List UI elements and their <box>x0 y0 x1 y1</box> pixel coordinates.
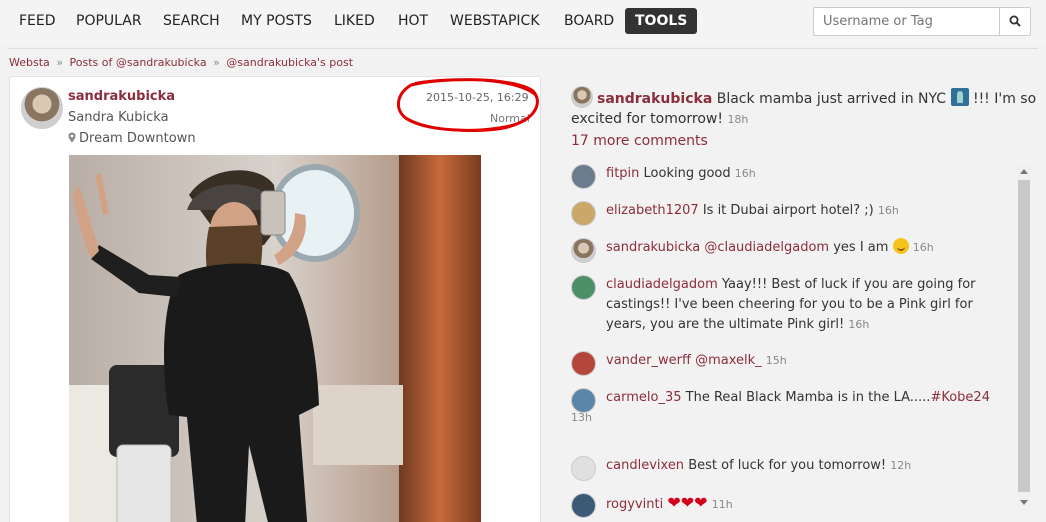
search-box <box>813 7 1031 36</box>
comments-list: fitpin Looking good 16h elizabeth1207 Is… <box>564 160 1032 522</box>
comment-username[interactable]: rogyvinti <box>606 497 663 512</box>
caption-username[interactable]: sandrakubicka <box>597 91 712 107</box>
comment-hashtag[interactable]: #Kobe24 <box>930 390 990 405</box>
comment-item: vander_werff @maxelk_ 15h <box>571 351 1013 376</box>
comment-time: 16h <box>877 204 899 217</box>
search-icon <box>1009 15 1021 27</box>
comment-text: yes I am <box>833 240 889 255</box>
comment-avatar[interactable] <box>571 164 596 189</box>
location-pin-icon <box>68 132 76 143</box>
statue-of-liberty-emoji-icon <box>950 88 969 106</box>
comment-item: elizabeth1207 Is it Dubai airport hotel?… <box>571 201 1013 226</box>
caption-time: 18h <box>727 113 749 126</box>
nav-popular[interactable]: POPULAR <box>66 8 152 34</box>
caption-text-before: Black mamba just arrived in NYC <box>716 91 947 107</box>
breadcrumb-separator: » <box>213 56 220 69</box>
comment-mention[interactable]: @claudiadelgadom <box>704 240 829 255</box>
comment-username[interactable]: vander_werff <box>606 353 691 368</box>
scroll-thumb[interactable] <box>1018 180 1030 492</box>
post-filter: Normal <box>490 112 530 125</box>
comment-username[interactable]: candlevixen <box>606 458 684 473</box>
breadcrumb-current[interactable]: @sandrakubicka's post <box>226 56 353 69</box>
comment-item: claudiadelgadom Yaay!!! Best of luck if … <box>571 275 1013 335</box>
comment-username[interactable]: fitpin <box>606 166 639 181</box>
breadcrumb-posts-of[interactable]: Posts of @sandrakubicka <box>70 56 207 69</box>
nav-board[interactable]: BOARD <box>554 8 624 34</box>
breadcrumb-separator: » <box>56 56 64 69</box>
nav-my-posts[interactable]: MY POSTS <box>231 8 322 34</box>
comment-time: 15h <box>765 354 787 367</box>
comment-time: 12h <box>890 459 912 472</box>
post-username[interactable]: sandrakubicka <box>68 89 175 104</box>
comment-username[interactable]: carmelo_35 <box>606 390 682 405</box>
scroll-down-arrow-icon[interactable] <box>1020 500 1028 505</box>
comment-time: 16h <box>912 241 934 254</box>
comment-avatar[interactable] <box>571 201 596 226</box>
nav-hot[interactable]: HOT <box>388 8 438 34</box>
nav-webstapick[interactable]: WEBSTAPICK <box>440 8 550 34</box>
search-input[interactable] <box>814 8 1000 35</box>
post-location-label: Dream Downtown <box>79 131 196 146</box>
user-avatar[interactable] <box>21 87 63 129</box>
post-card: sandrakubicka Sandra Kubicka Dream Downt… <box>9 76 541 522</box>
comment-avatar[interactable] <box>571 493 596 518</box>
nav-liked[interactable]: LIKED <box>324 8 385 34</box>
comment-text: Best of luck for you tomorrow! <box>688 458 887 473</box>
breadcrumb: Websta » Posts of @sandrakubicka » @sand… <box>9 56 353 69</box>
breadcrumb-home[interactable]: Websta <box>9 56 50 69</box>
post-photo-image <box>69 155 481 522</box>
comment-avatar[interactable] <box>571 275 596 300</box>
nav-feed[interactable]: FEED <box>9 8 66 34</box>
post-photo[interactable] <box>69 155 481 522</box>
comment-item: candlevixen Best of luck for you tomorro… <box>571 456 1013 481</box>
more-comments-link[interactable]: 17 more comments <box>571 133 708 149</box>
comment-time: 16h <box>848 318 870 331</box>
smiley-emoji-icon <box>892 238 909 254</box>
caption-avatar[interactable] <box>571 86 593 108</box>
comment-avatar[interactable] <box>571 238 596 263</box>
comment-text: Is it Dubai airport hotel? ;) <box>702 203 874 218</box>
comment-item: fitpin Looking good 16h <box>571 164 1013 189</box>
comment-time: 16h <box>734 167 756 180</box>
comment-username[interactable]: elizabeth1207 <box>606 203 699 218</box>
comment-avatar[interactable] <box>571 388 596 413</box>
comment-time: 11h <box>711 498 733 511</box>
comment-avatar[interactable] <box>571 456 596 481</box>
post-caption: sandrakubicka Black mamba just arrived i… <box>571 86 1037 130</box>
comment-username[interactable]: claudiadelgadom <box>606 277 718 292</box>
scroll-up-arrow-icon[interactable] <box>1020 169 1028 174</box>
nav-tools[interactable]: TOOLS <box>625 8 698 34</box>
post-location[interactable]: Dream Downtown <box>68 131 196 146</box>
hearts-emoji-icon: ❤❤❤ <box>667 493 708 512</box>
comment-item: sandrakubicka @claudiadelgadom yes I am … <box>571 238 1013 263</box>
comment-item: rogyvinti ❤❤❤ 11h <box>571 493 1013 518</box>
nav-divider <box>8 48 1038 49</box>
comment-text: Looking good <box>643 166 731 181</box>
nav-search[interactable]: SEARCH <box>153 8 230 34</box>
post-fullname: Sandra Kubicka <box>68 110 169 125</box>
comment-mention[interactable]: @maxelk_ <box>695 353 762 368</box>
post-date: 2015-10-25, 16:29 <box>426 91 529 104</box>
top-nav: FEED POPULAR SEARCH MY POSTS LIKED HOT W… <box>0 0 1046 44</box>
comment-username[interactable]: sandrakubicka <box>606 240 700 255</box>
comment-avatar[interactable] <box>571 351 596 376</box>
comments-scrollbar[interactable] <box>1017 164 1031 514</box>
comment-text: The Real Black Mamba is in the LA..... <box>685 390 931 405</box>
search-button[interactable] <box>999 8 1030 35</box>
comment-item: carmelo_35 The Real Black Mamba is in th… <box>571 388 1013 428</box>
